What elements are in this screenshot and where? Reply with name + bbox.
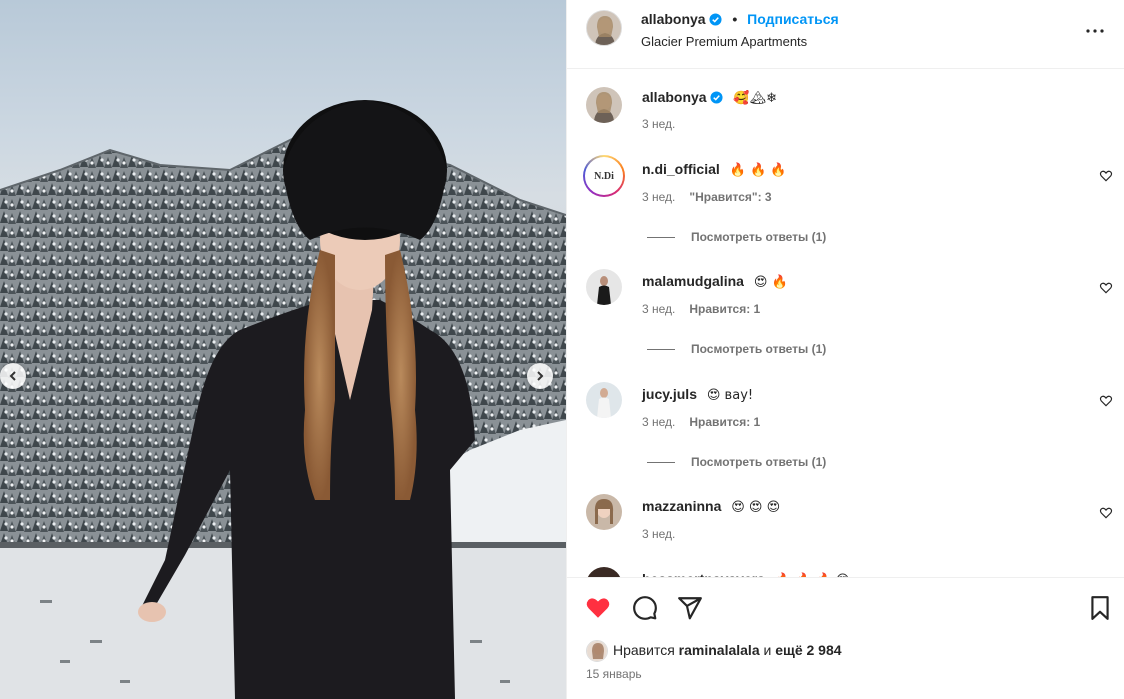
comment-item: bessmertnayavera 🔥 🔥 🔥 😍 bbox=[567, 567, 1124, 577]
comment-like-heart-icon[interactable] bbox=[1099, 394, 1113, 408]
comment-text: 🔥 🔥 🔥 bbox=[729, 163, 787, 178]
comment-avatar[interactable] bbox=[586, 382, 622, 418]
avatar-inner: N.Di bbox=[585, 157, 623, 195]
comment-username[interactable]: malamudgalina bbox=[642, 273, 744, 289]
comment-item: jucy.juls 😍 вау! 3 нед. Нравится: 1 Посмо… bbox=[567, 382, 1124, 482]
view-replies-label: Посмотреть ответы (1) bbox=[691, 230, 827, 244]
caption-meta: 3 нед. bbox=[642, 117, 675, 131]
post-date[interactable]: 15 январь bbox=[586, 667, 642, 681]
previous-photo-button[interactable] bbox=[0, 363, 26, 389]
chevron-left-icon bbox=[9, 371, 16, 381]
user-photo bbox=[586, 269, 622, 305]
comment-text: 😍 😍 😍 bbox=[731, 500, 781, 515]
verified-badge-icon bbox=[709, 13, 723, 26]
comment-likes[interactable]: Нравится: 1 bbox=[689, 415, 760, 429]
comment-like-heart-icon[interactable] bbox=[1099, 506, 1113, 520]
chevron-right-icon bbox=[537, 371, 544, 381]
replies-dash bbox=[647, 237, 675, 239]
liked-by-line: Нравится raminalalala и ещё 2 984 bbox=[613, 642, 842, 658]
liked-by-count[interactable]: ещё 2 984 bbox=[775, 642, 841, 658]
user-photo bbox=[587, 641, 607, 661]
comment-avatar[interactable] bbox=[586, 269, 622, 305]
post-actions: Нравится raminalalala и ещё 2 984 15 янв… bbox=[567, 577, 1124, 699]
verified-badge-icon bbox=[710, 91, 724, 104]
caption-username[interactable]: allabonya bbox=[642, 89, 707, 105]
comment-meta: 3 нед. "Нравится": 3 bbox=[642, 190, 772, 204]
comment-username[interactable]: n.di_official bbox=[642, 161, 720, 177]
post-media bbox=[0, 0, 566, 699]
comment-meta: 3 нед. bbox=[642, 527, 675, 541]
comment-time[interactable]: 3 нед. bbox=[642, 527, 675, 541]
more-icon[interactable] bbox=[1083, 19, 1107, 43]
next-photo-button[interactable] bbox=[527, 363, 553, 389]
header-title-row: allabonya • Подписаться bbox=[641, 11, 839, 27]
post-photo bbox=[0, 100, 566, 699]
post-location[interactable]: Glacier Premium Apartments bbox=[641, 34, 807, 49]
comment-like-heart-icon[interactable] bbox=[1099, 281, 1113, 295]
comment-line: malamudgalina 😍 🔥 bbox=[642, 273, 788, 290]
separator-dot: • bbox=[732, 11, 738, 27]
comment-avatar[interactable] bbox=[586, 567, 622, 577]
author-photo bbox=[587, 11, 621, 45]
liked-by-and: и bbox=[763, 642, 772, 658]
follow-button[interactable]: Подписаться bbox=[747, 11, 839, 27]
comment-username[interactable]: mazzaninna bbox=[642, 498, 721, 514]
comment-like-heart-icon[interactable] bbox=[1099, 169, 1113, 183]
comment-likes[interactable]: "Нравится": 3 bbox=[689, 190, 771, 204]
view-replies-label: Посмотреть ответы (1) bbox=[691, 342, 827, 356]
author-avatar[interactable] bbox=[586, 10, 622, 46]
replies-dash bbox=[647, 349, 675, 351]
comment-time[interactable]: 3 нед. bbox=[642, 415, 675, 429]
caption-text: 🥰🏔❄ bbox=[733, 91, 777, 106]
comments-list[interactable]: allabonya 🥰🏔❄ 3 нед. N.Di n.di_official bbox=[567, 69, 1124, 577]
share-icon[interactable] bbox=[677, 595, 703, 621]
comment-item: N.Di n.di_official 🔥 🔥 🔥 3 нед. "Нравится… bbox=[567, 155, 1124, 255]
view-replies-link[interactable]: Посмотреть ответы (1) bbox=[647, 455, 826, 469]
comment-time[interactable]: 3 нед. bbox=[642, 190, 675, 204]
caption: allabonya 🥰🏔❄ 3 нед. bbox=[567, 87, 1124, 147]
view-replies-link[interactable]: Посмотреть ответы (1) bbox=[647, 342, 826, 356]
comment-username[interactable]: jucy.juls bbox=[642, 386, 697, 402]
liked-by-avatar[interactable] bbox=[586, 640, 608, 662]
replies-dash bbox=[647, 462, 675, 464]
comment-item: mazzaninna 😍 😍 😍 3 нед. bbox=[567, 494, 1124, 554]
comment-icon[interactable] bbox=[632, 595, 658, 621]
view-replies-link[interactable]: Посмотреть ответы (1) bbox=[647, 230, 826, 244]
comment-likes[interactable]: Нравится: 1 bbox=[689, 302, 760, 316]
liked-by-user[interactable]: raminalalala bbox=[679, 642, 760, 658]
comment-item: malamudgalina 😍 🔥 3 нед. Нравится: 1 Посм… bbox=[567, 269, 1124, 369]
post-header: allabonya • Подписаться Glacier Premium … bbox=[567, 0, 1124, 69]
comment-line: n.di_official 🔥 🔥 🔥 bbox=[642, 161, 787, 178]
caption-avatar[interactable] bbox=[586, 87, 622, 123]
avatar-logo-text: N.Di bbox=[594, 170, 614, 182]
heart-filled-icon[interactable] bbox=[585, 595, 611, 621]
caption-time[interactable]: 3 нед. bbox=[642, 117, 675, 131]
user-photo bbox=[586, 382, 622, 418]
comment-meta: 3 нед. Нравится: 1 bbox=[642, 302, 760, 316]
caption-line: allabonya 🥰🏔❄ bbox=[642, 89, 777, 106]
author-username[interactable]: allabonya bbox=[641, 11, 706, 27]
user-photo bbox=[586, 494, 622, 530]
comment-text: 😍 вау! bbox=[706, 388, 754, 403]
post-side-panel: allabonya • Подписаться Glacier Premium … bbox=[566, 0, 1124, 699]
comment-line: mazzaninna 😍 😍 😍 bbox=[642, 498, 780, 515]
bookmark-icon[interactable] bbox=[1087, 595, 1113, 621]
comment-avatar[interactable] bbox=[586, 494, 622, 530]
comment-text: 😍 🔥 bbox=[753, 275, 788, 290]
comment-line: jucy.juls 😍 вау! bbox=[642, 386, 753, 403]
liked-by-prefix: Нравится bbox=[613, 642, 675, 658]
view-replies-label: Посмотреть ответы (1) bbox=[691, 455, 827, 469]
comment-meta: 3 нед. Нравится: 1 bbox=[642, 415, 760, 429]
author-photo bbox=[586, 87, 622, 123]
comment-avatar[interactable]: N.Di bbox=[583, 155, 625, 197]
comment-time[interactable]: 3 нед. bbox=[642, 302, 675, 316]
